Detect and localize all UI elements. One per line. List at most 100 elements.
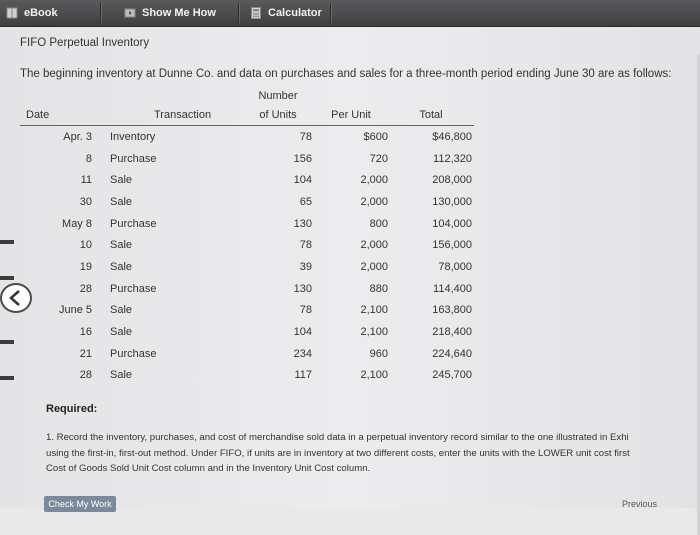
table-row: 28 Purchase 130 880 114,400	[20, 278, 474, 300]
cell-per-unit: 2,000	[360, 195, 388, 208]
cell-total: 208,000	[432, 174, 472, 187]
cell-date: 11	[80, 174, 92, 187]
cell-per-unit: 2,100	[360, 304, 388, 317]
cell-total: 163,800	[432, 304, 472, 317]
table-row: 19 Sale 39 2,000 78,000	[20, 256, 474, 278]
check-my-work-button[interactable]: Check My Work	[44, 496, 116, 512]
cell-transaction: Purchase	[110, 152, 157, 165]
cell-per-unit: 2,100	[360, 326, 388, 339]
cell-total: 114,400	[433, 282, 472, 295]
cell-total: 78,000	[438, 260, 472, 273]
edge-strip	[0, 376, 14, 380]
top-toolbar: eBook Show Me How Calculator	[0, 0, 700, 27]
cell-per-unit: 720	[369, 152, 388, 165]
cell-per-unit: 2,000	[360, 239, 388, 252]
cell-total: 130,000	[432, 195, 472, 208]
cell-total: $46,800	[432, 130, 472, 143]
ebook-tab[interactable]: eBook	[6, 0, 58, 26]
cell-total: 224,640	[432, 347, 472, 360]
table-row: 30 Sale 65 2,000 130,000	[20, 191, 474, 213]
edge-strip	[0, 240, 14, 244]
cell-transaction: Purchase	[110, 347, 157, 360]
cell-total: 104,000	[432, 217, 472, 230]
cell-units: 65	[299, 195, 312, 208]
cell-transaction: Sale	[110, 304, 133, 317]
cell-total: 112,320	[433, 152, 472, 165]
table-row: 16 Sale 104 2,100 218,400	[20, 321, 474, 343]
cell-units: 130	[293, 217, 312, 230]
cell-date: June 5	[58, 304, 92, 317]
inventory-table: Date Transaction Number of Units Per Uni…	[20, 90, 474, 386]
edge-strip	[0, 276, 14, 280]
ebook-label: eBook	[24, 7, 58, 19]
cell-transaction: Sale	[110, 195, 133, 208]
cell-date: 16	[79, 326, 92, 339]
cell-transaction: Purchase	[110, 217, 157, 230]
cell-transaction: Sale	[110, 239, 133, 252]
cell-transaction: Inventory	[110, 130, 156, 143]
show-me-how-tab[interactable]: Show Me How	[124, 0, 216, 26]
instruction-line: Cost of Goods Sold Unit Cost column and …	[46, 463, 371, 474]
toolbar-divider	[330, 3, 332, 23]
calculator-label: Calculator	[268, 7, 322, 19]
problem-intro: The beginning inventory at Dunne Co. and…	[20, 68, 672, 80]
header-date: Date	[20, 90, 102, 126]
table-row: June 5 Sale 78 2,100 163,800	[20, 300, 474, 322]
cell-transaction: Purchase	[110, 282, 157, 295]
show-me-how-icon	[124, 8, 136, 18]
calculator-tab[interactable]: Calculator	[250, 0, 322, 26]
cell-units: 78	[299, 304, 312, 317]
page-title: FIFO Perpetual Inventory	[20, 37, 150, 49]
cell-units: 78	[299, 239, 312, 252]
cell-per-unit: 2,000	[360, 260, 388, 273]
table-row: May 8 Purchase 130 800 104,000	[20, 213, 474, 235]
ebook-icon	[6, 7, 18, 19]
table-row: Apr. 3 Inventory 78 $600 $46,800	[20, 126, 474, 148]
cell-units: 117	[294, 369, 312, 382]
back-arrow-icon	[9, 290, 20, 306]
back-arrow-button[interactable]	[0, 283, 32, 313]
table-header-row: Date Transaction Number of Units Per Uni…	[20, 90, 474, 126]
required-heading: Required:	[46, 403, 98, 415]
header-total: Total	[390, 90, 474, 126]
cell-date: 8	[85, 152, 92, 165]
toolbar-divider	[238, 3, 240, 23]
calculator-icon	[251, 7, 261, 20]
instruction-line: using the first-in, first-out method. Un…	[46, 447, 630, 459]
instruction-line: 1. Record the inventory, purchases, and …	[46, 432, 629, 443]
cell-total: 218,400	[432, 326, 472, 339]
instructions: 1. Record the inventory, purchases, and …	[46, 430, 700, 477]
inventory-table-body: Apr. 3 Inventory 78 $600 $46,800 8 Purchase 156…	[20, 126, 474, 387]
cell-transaction: Sale	[110, 369, 133, 382]
cell-total: 245,700	[432, 369, 472, 382]
table-row: 28 Sale 117 2,100 245,700	[20, 365, 474, 387]
header-per-unit: Per Unit	[314, 90, 390, 126]
cell-units: 39	[299, 260, 312, 273]
cell-per-unit: 880	[369, 282, 388, 295]
cell-units: 130	[293, 282, 312, 295]
cell-date: 10	[79, 239, 92, 252]
cell-transaction: Sale	[110, 326, 133, 339]
cell-per-unit: 2,000	[360, 174, 388, 187]
cell-date: 21	[79, 347, 92, 360]
table-row: 8 Purchase 156 720 112,320	[20, 148, 474, 170]
cell-units: 104	[293, 174, 312, 187]
cell-transaction: Sale	[110, 174, 133, 187]
cell-date: May 8	[62, 217, 92, 230]
header-number-of-units: Number of Units	[244, 90, 314, 126]
cell-date: 30	[79, 195, 92, 208]
header-units-line1: Number	[258, 90, 298, 102]
cell-date: Apr. 3	[63, 130, 92, 143]
cell-units: 156	[293, 152, 312, 165]
cell-units: 78	[299, 130, 312, 143]
cell-total: 156,000	[432, 239, 472, 252]
header-units-line2: of Units	[259, 109, 297, 121]
cell-per-unit: 800	[369, 217, 388, 230]
table-row: 11 Sale 104 2,000 208,000	[20, 169, 474, 191]
cell-per-unit: $600	[363, 130, 388, 143]
table-row: 21 Purchase 234 960 224,640	[20, 343, 474, 365]
cell-date: 28	[79, 282, 92, 295]
cell-per-unit: 960	[369, 347, 388, 360]
cell-units: 104	[293, 326, 312, 339]
edge-strip	[0, 340, 14, 344]
